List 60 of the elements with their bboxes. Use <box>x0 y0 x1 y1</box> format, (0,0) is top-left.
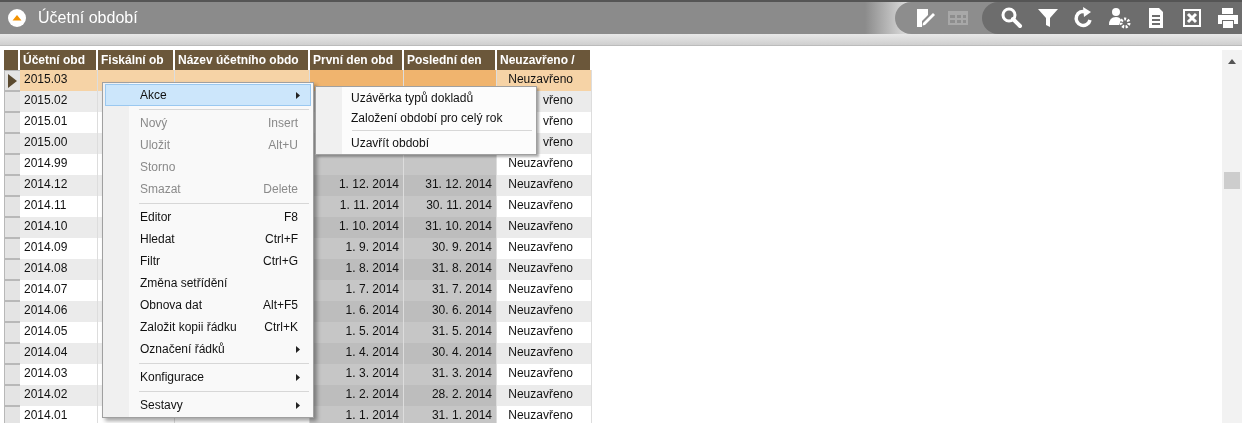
column-header[interactable]: První den obd <box>310 50 404 70</box>
status-cell: Neuzavřeno <box>497 175 592 196</box>
period-cell: 2014.04 <box>20 343 98 364</box>
scrollbar-thumb[interactable] <box>1224 172 1240 189</box>
last-day-cell: 31. 5. 2014 <box>404 322 497 343</box>
last-day-cell: 31. 1. 2014 <box>404 406 497 423</box>
column-header[interactable]: Fiskální ob <box>98 50 175 70</box>
last-day-cell: 31. 8. 2014 <box>404 259 497 280</box>
current-row-icon <box>8 73 17 88</box>
last-day-cell: 31. 10. 2014 <box>404 217 497 238</box>
menu-item[interactable]: Obnova dat Alt+F5 <box>105 294 311 316</box>
column-header[interactable]: Neuzavřeno / <box>497 50 592 70</box>
menu-item[interactable]: Hledat Ctrl+F <box>105 228 311 250</box>
menu-item[interactable]: Sestavy <box>105 394 311 416</box>
status-cell: Neuzavřeno <box>497 301 592 322</box>
column-header[interactable]: Účetní obd <box>20 50 98 70</box>
last-day-cell: 31. 7. 2014 <box>404 280 497 301</box>
column-header[interactable]: Název účetního obdo <box>175 50 310 70</box>
period-cell: 2014.10 <box>20 217 98 238</box>
last-day-cell: 30. 6. 2014 <box>404 301 497 322</box>
period-cell: 2014.06 <box>20 301 98 322</box>
column-header[interactable]: Poslední den <box>404 50 497 70</box>
menu-item[interactable]: Označení řádků <box>105 338 311 360</box>
submenu-arrow-icon <box>296 346 300 353</box>
row-header[interactable] <box>4 70 20 91</box>
submenu-arrow-icon <box>296 92 300 99</box>
spreadsheet-x-icon[interactable] <box>1180 6 1204 30</box>
filter-icon[interactable] <box>1036 6 1060 30</box>
last-day-cell: 30. 11. 2014 <box>404 196 497 217</box>
menu-item[interactable]: Akce <box>105 84 311 106</box>
menu-item[interactable]: Změna setřídění <box>105 272 311 294</box>
menu-item[interactable]: Filtr Ctrl+G <box>105 250 311 272</box>
status-cell: Neuzavřeno <box>497 343 592 364</box>
menu-item[interactable]: Konfigurace <box>105 366 311 388</box>
status-cell: Neuzavřeno <box>497 217 592 238</box>
status-cell: Neuzavřeno <box>497 385 592 406</box>
period-cell: 2014.12 <box>20 175 98 196</box>
user-gear-icon[interactable] <box>1108 6 1132 30</box>
status-cell: Neuzavřeno <box>497 259 592 280</box>
printer-icon[interactable] <box>1216 6 1240 30</box>
search-icon[interactable] <box>1000 6 1024 30</box>
submenu-arrow-icon <box>296 402 300 409</box>
period-cell: 2015.03 <box>20 70 98 91</box>
menu-item[interactable]: Editor F8 <box>105 206 311 228</box>
collapse-icon[interactable] <box>8 9 26 27</box>
last-day-cell: 28. 2. 2014 <box>404 385 497 406</box>
period-cell: 2015.02 <box>20 91 98 112</box>
corner-header <box>4 50 20 70</box>
last-day-cell: 31. 3. 2014 <box>404 364 497 385</box>
period-cell: 2014.02 <box>20 385 98 406</box>
period-cell: 2014.08 <box>20 259 98 280</box>
window-title: Účetní období <box>38 9 138 27</box>
scroll-up-icon[interactable] <box>1228 59 1236 64</box>
first-day-cell: 1. 1. 2014 <box>310 406 404 423</box>
last-day-cell: 30. 9. 2014 <box>404 238 497 259</box>
period-cell: 2015.00 <box>20 133 98 154</box>
menu-item[interactable]: Založit kopii řádku Ctrl+K <box>105 316 311 338</box>
last-day-cell: 30. 4. 2014 <box>404 343 497 364</box>
submenu-arrow-icon <box>296 374 300 381</box>
last-day-cell: 31. 12. 2014 <box>404 175 497 196</box>
